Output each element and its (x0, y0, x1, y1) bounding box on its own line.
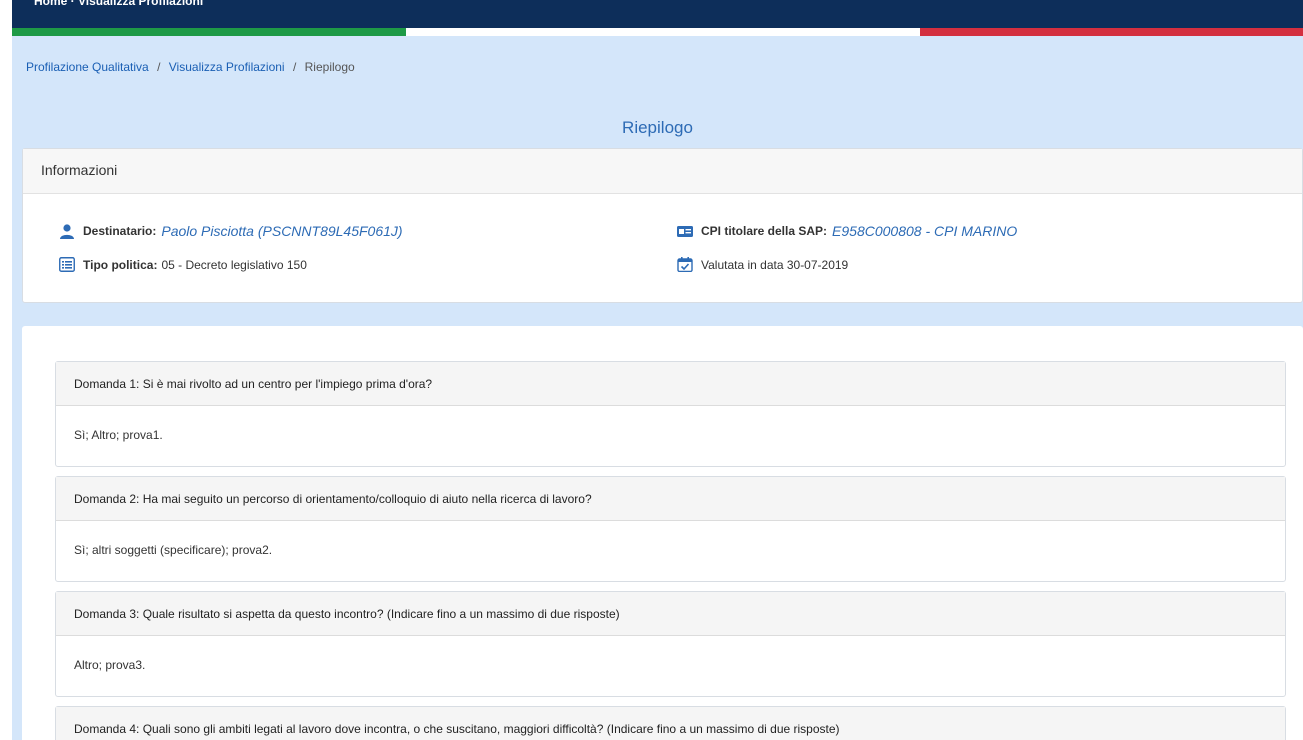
flag-green (12, 28, 406, 36)
breadcrumb-separator: / (157, 60, 161, 74)
question-item-1: Domanda 1: Si è mai rivolto ad un centro… (55, 361, 1286, 467)
breadcrumb: Profilazione Qualitativa / Visualizza Pr… (26, 60, 355, 74)
cpi-row: CPI titolare della SAP: E958C000808 - CP… (677, 223, 1017, 239)
valutata-text: Valutata in data 30-07-2019 (701, 257, 849, 272)
info-card-header: Informazioni (23, 149, 1302, 194)
cpi-label: CPI titolare della SAP: (701, 224, 828, 238)
question-text: Domanda 1: Si è mai rivolto ad un centro… (56, 362, 1285, 406)
answer-text: Altro; prova3. (74, 658, 146, 672)
tipo-politica-value: 05 - Decreto legislativo 150 (161, 257, 307, 272)
id-card-icon (677, 224, 693, 239)
cpi-value: E958C000808 - CPI MARINO (832, 223, 1018, 239)
question-item-4: Domanda 4: Quali sono gli ambiti legati … (55, 706, 1286, 740)
flag-white (406, 28, 920, 36)
tipo-politica-row: Tipo politica: 05 - Decreto legislativo … (59, 257, 307, 272)
info-card: Informazioni Destinatario: Paolo Pisciot… (22, 148, 1303, 303)
user-icon (59, 223, 75, 239)
top-breadcrumb[interactable]: Home · Visualizza Profilazioni (34, 0, 203, 8)
question-text: Domanda 4: Quali sono gli ambiti legati … (56, 707, 1285, 740)
page-title: Riepilogo (622, 118, 693, 137)
breadcrumb-profilazione-qualitativa[interactable]: Profilazione Qualitativa (26, 60, 149, 74)
destinatario-label: Destinatario: (83, 224, 157, 238)
destinatario-row: Destinatario: Paolo Pisciotta (PSCNNT89L… (59, 223, 403, 239)
breadcrumb-separator: / (292, 60, 297, 74)
question-item-3: Domanda 3: Quale risultato si aspetta da… (55, 591, 1286, 697)
tipo-politica-label: Tipo politica: (83, 257, 158, 272)
questions-card: Domanda 1: Si è mai rivolto ad un centro… (22, 326, 1303, 740)
italian-flag-stripe (12, 28, 1303, 36)
main-content: Profilazione Qualitativa / Visualizza Pr… (12, 36, 1303, 740)
flag-red (920, 28, 1303, 36)
breadcrumb-visualizza-profilazioni[interactable]: Visualizza Profilazioni (169, 60, 285, 74)
calendar-check-icon (677, 257, 693, 272)
valutata-row: Valutata in data 30-07-2019 (677, 257, 848, 272)
question-text: Domanda 3: Quale risultato si aspetta da… (56, 592, 1285, 636)
answer-text: Sì; Altro; prova1. (74, 428, 163, 442)
top-navbar: Home · Visualizza Profilazioni (12, 0, 1303, 28)
question-text: Domanda 2: Ha mai seguito un percorso di… (56, 477, 1285, 521)
answer-text: Sì; altri soggetti (specificare); prova2… (74, 543, 273, 557)
list-icon (59, 257, 75, 272)
question-item-2: Domanda 2: Ha mai seguito un percorso di… (55, 476, 1286, 582)
destinatario-value: Paolo Pisciotta (PSCNNT89L45F061J) (161, 223, 403, 239)
breadcrumb-current: Riepilogo (304, 60, 355, 74)
